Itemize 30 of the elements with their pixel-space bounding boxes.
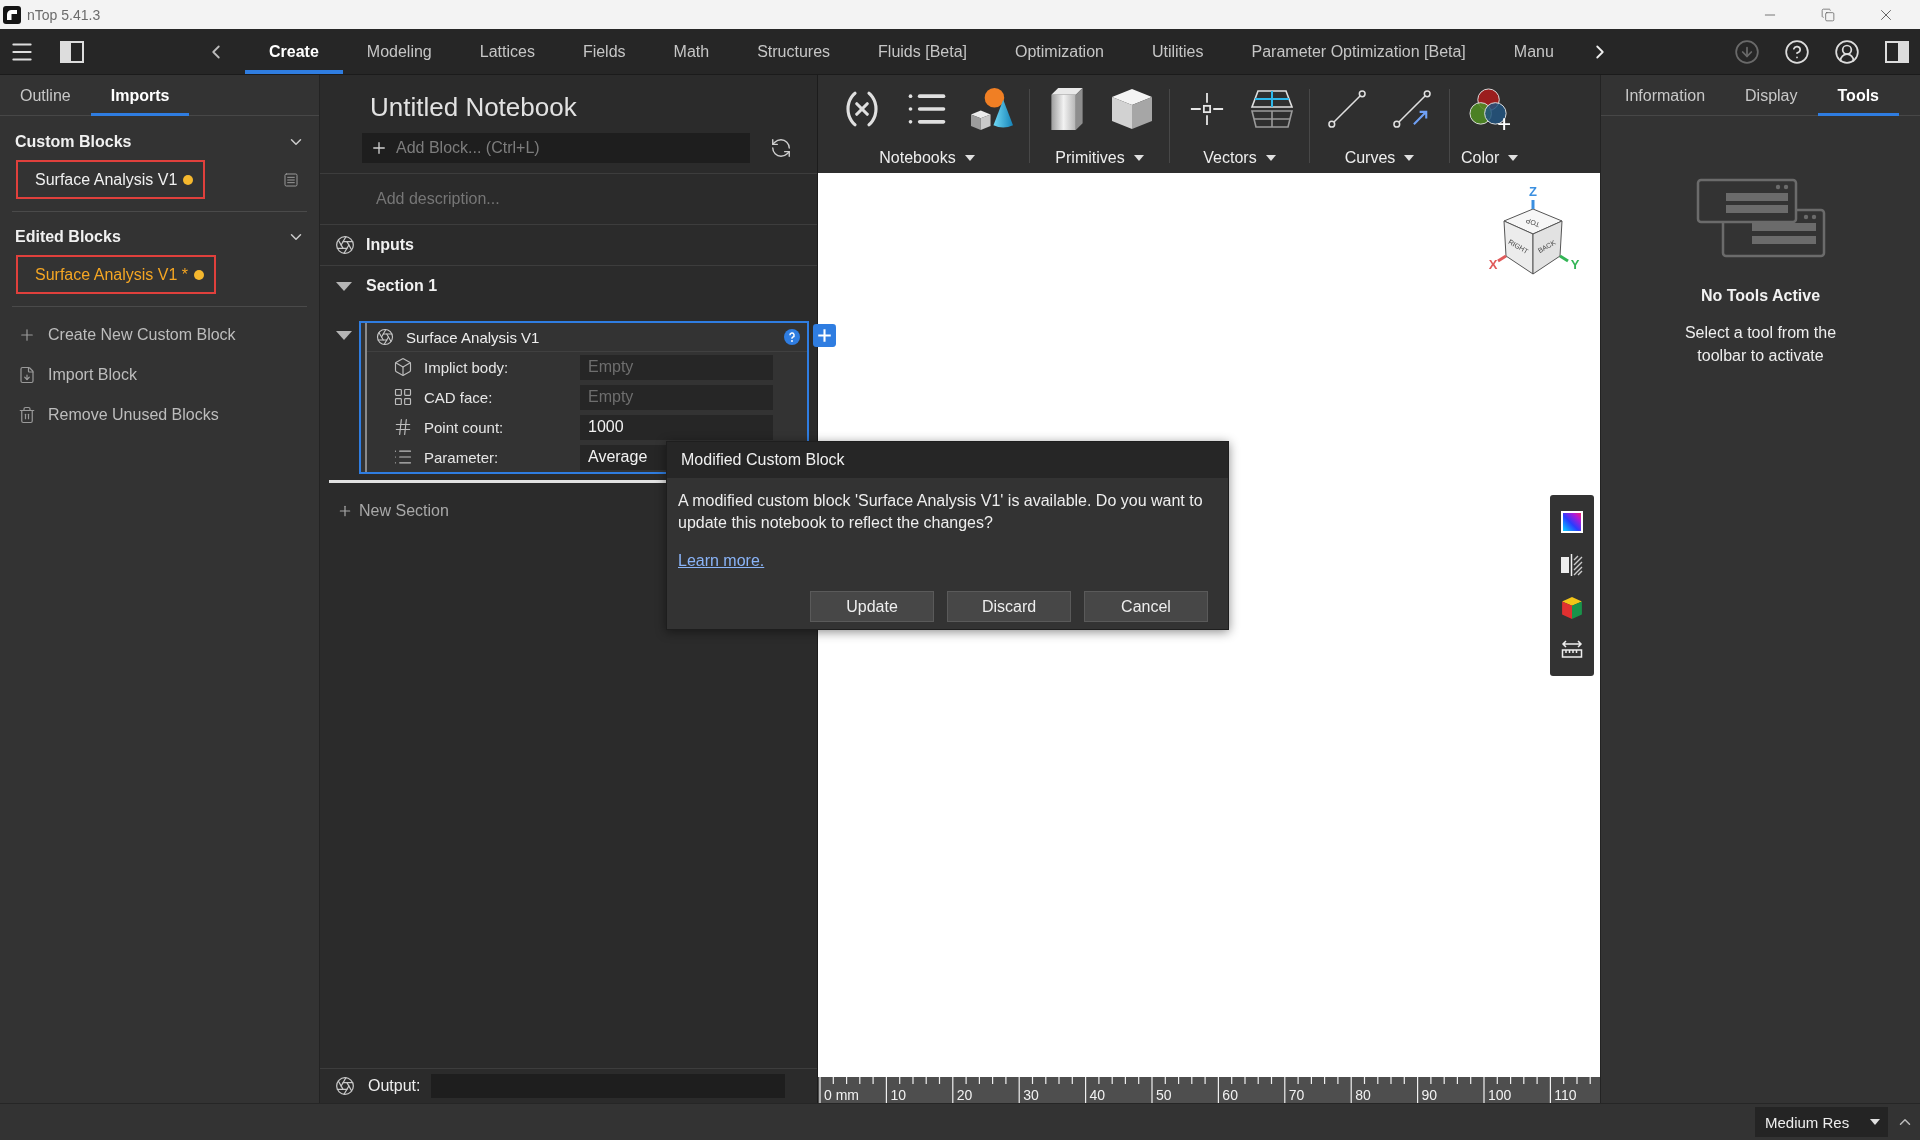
- output-label: Output:: [368, 1077, 421, 1095]
- group-title: Edited Blocks: [15, 228, 121, 246]
- ruler-label: 20: [956, 1088, 973, 1103]
- ruler-label: 80: [1355, 1088, 1371, 1103]
- parameter-label: CAD face:: [424, 388, 493, 406]
- parameter-label: Parameter:: [424, 448, 499, 466]
- ruler-label: 90: [1421, 1088, 1438, 1103]
- window-title: nTop 5.41.3: [27, 6, 101, 23]
- ruler-label: 40: [1089, 1088, 1106, 1103]
- notebook-title: Untitled Notebook: [369, 91, 577, 123]
- ruler-label: 0 mm: [824, 1088, 859, 1103]
- group-title: Custom Blocks: [15, 133, 132, 151]
- parameter-label: Implict body:: [424, 358, 509, 376]
- axis-label: Y: [1570, 257, 1580, 272]
- ruler-label: 10: [890, 1088, 906, 1103]
- axis-label: X: [1488, 257, 1498, 272]
- empty-state-message: Select a tool from the toolbar to activate: [1683, 323, 1838, 366]
- ruler-label: 30: [1023, 1088, 1039, 1103]
- ruler-label: 50: [1155, 1088, 1172, 1103]
- block-title: Surface Analysis V1: [406, 328, 540, 346]
- inputs-label: Inputs: [366, 236, 414, 254]
- ruler-label: 60: [1222, 1088, 1238, 1103]
- axis-label: Z: [1529, 184, 1537, 199]
- ruler-label: 100: [1487, 1088, 1512, 1103]
- ruler-label: 110: [1554, 1088, 1577, 1103]
- dialog-message: A modified custom block 'Surface Analysis V1' is available. Do you want to update this notebook to reflect the changes?: [678, 491, 1204, 533]
- ruler-label: 70: [1288, 1088, 1305, 1103]
- empty-state-title: No Tools Active: [1700, 287, 1821, 305]
- parameter-label: Point count:: [424, 418, 504, 436]
- section-title: Section 1: [366, 277, 438, 295]
